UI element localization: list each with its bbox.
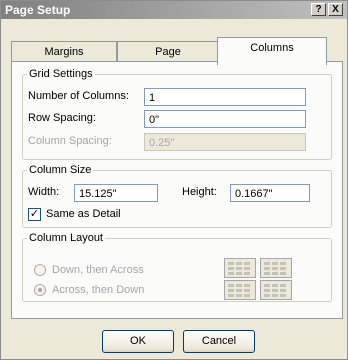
grid-settings-legend: Grid Settings bbox=[29, 68, 93, 80]
down-then-across-radio[interactable] bbox=[34, 264, 46, 276]
tab-page-label: Page bbox=[155, 46, 181, 58]
window-title: Page Setup bbox=[5, 3, 71, 17]
column-size-legend: Column Size bbox=[29, 164, 92, 176]
height-input[interactable]: 0.1667" bbox=[230, 184, 310, 202]
column-layout-legend: Column Layout bbox=[29, 232, 103, 244]
number-of-columns-input[interactable]: 1 bbox=[144, 88, 306, 106]
title-bar[interactable]: Page Setup ? X bbox=[1, 1, 347, 19]
page-setup-dialog: Page Setup ? X Margins Page Columns Grid… bbox=[0, 0, 348, 360]
column-spacing-input[interactable]: 0.25" bbox=[144, 133, 306, 151]
ok-button[interactable]: OK bbox=[102, 330, 174, 353]
same-as-detail-label: Same as Detail bbox=[46, 208, 121, 220]
width-input[interactable]: 15.125" bbox=[74, 184, 158, 202]
width-label: Width: bbox=[28, 186, 60, 198]
tab-columns[interactable]: Columns bbox=[217, 37, 327, 65]
row-spacing-label: Row Spacing: bbox=[28, 112, 96, 124]
down-then-across-label: Down, then Across bbox=[52, 264, 144, 276]
across-then-down-label: Across, then Down bbox=[52, 284, 145, 296]
columns-panel: Grid Settings Number of Columns: 1 Row S… bbox=[11, 61, 343, 319]
row-spacing-input[interactable]: 0" bbox=[144, 110, 306, 128]
tab-margins[interactable]: Margins bbox=[11, 41, 117, 63]
help-button[interactable]: ? bbox=[311, 3, 326, 16]
tab-columns-label: Columns bbox=[250, 42, 294, 54]
tab-margins-label: Margins bbox=[44, 46, 84, 58]
number-of-columns-label: Number of Columns: bbox=[28, 90, 129, 102]
same-as-detail-checkbox[interactable]: ✓ bbox=[28, 208, 41, 221]
tab-strip: Margins Page Columns bbox=[11, 37, 331, 65]
cancel-button[interactable]: Cancel bbox=[183, 330, 255, 353]
across-then-down-radio[interactable] bbox=[34, 284, 46, 296]
column-spacing-label: Column Spacing: bbox=[28, 135, 112, 147]
close-button[interactable]: X bbox=[328, 3, 343, 16]
height-label: Height: bbox=[182, 186, 217, 198]
tab-page[interactable]: Page bbox=[117, 41, 219, 63]
